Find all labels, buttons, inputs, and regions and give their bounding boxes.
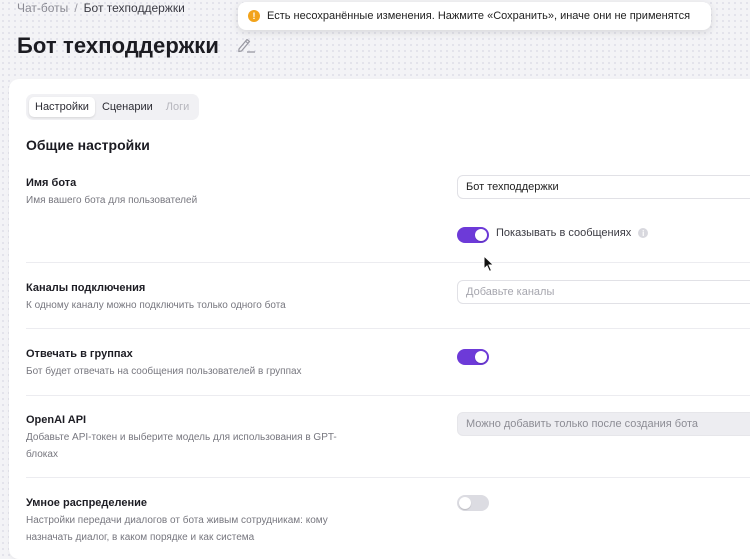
tab-settings[interactable]: Настройки (29, 97, 95, 117)
channels-select[interactable]: Добавьте каналы (457, 280, 750, 304)
toggle-knob (475, 351, 487, 363)
toast-text: Есть несохранённые изменения. Нажмите «С… (267, 10, 691, 22)
bot-name-label: Имя бота (26, 177, 77, 189)
breadcrumb: Чат-боты / Бот техподдержки (17, 1, 185, 15)
divider (26, 262, 750, 263)
channels-description: К одному каналу можно подключить только … (26, 300, 286, 311)
settings-card: Настройки Сценарии Логи Общие настройки … (9, 79, 750, 559)
openai-token-input[interactable]: Можно добавить только после создания бот… (457, 412, 750, 436)
show-in-messages-label: Показывать в сообщениях (496, 227, 632, 239)
divider (26, 477, 750, 478)
groups-description: Бот будет отвечать на сообщения пользова… (26, 366, 302, 377)
tab-logs[interactable]: Логи (160, 97, 196, 117)
openai-description: Добавьте API-токен и выберите модель для… (26, 432, 337, 460)
smart-routing-label: Умное распределение (26, 497, 147, 509)
section-title: Общие настройки (26, 137, 150, 153)
smart-routing-toggle[interactable] (457, 495, 489, 511)
warning-icon: ! (248, 10, 260, 22)
tab-bar: Настройки Сценарии Логи (26, 94, 200, 120)
bot-name-input[interactable]: Бот техподдержки (457, 175, 750, 199)
show-in-messages-row: Показывать в сообщениях i (496, 227, 649, 239)
channels-label: Каналы подключения (26, 282, 146, 294)
toggle-knob (475, 229, 487, 241)
mouse-cursor-icon (483, 255, 495, 273)
bot-name-description: Имя вашего бота для пользователей (26, 195, 198, 206)
breadcrumb-link-chatbots[interactable]: Чат-боты (17, 1, 68, 15)
openai-label: OpenAI API (26, 414, 87, 426)
groups-label: Отвечать в группах (26, 348, 133, 360)
info-icon[interactable]: i (638, 228, 649, 238)
tab-scenarios[interactable]: Сценарии (96, 97, 159, 117)
unsaved-changes-toast: ! Есть несохранённые изменения. Нажмите … (238, 2, 711, 30)
breadcrumb-separator: / (74, 1, 78, 15)
toggle-knob (459, 497, 471, 509)
divider (26, 395, 750, 396)
page-title: Бот техподдержки (17, 33, 220, 58)
edit-pencil-icon[interactable] (236, 36, 256, 54)
divider (26, 328, 750, 329)
breadcrumb-current: Бот техподдержки (83, 1, 185, 15)
show-in-messages-toggle[interactable] (457, 227, 489, 243)
smart-routing-description: Настройки передачи диалогов от бота живы… (26, 515, 328, 543)
reply-in-groups-toggle[interactable] (457, 349, 489, 365)
